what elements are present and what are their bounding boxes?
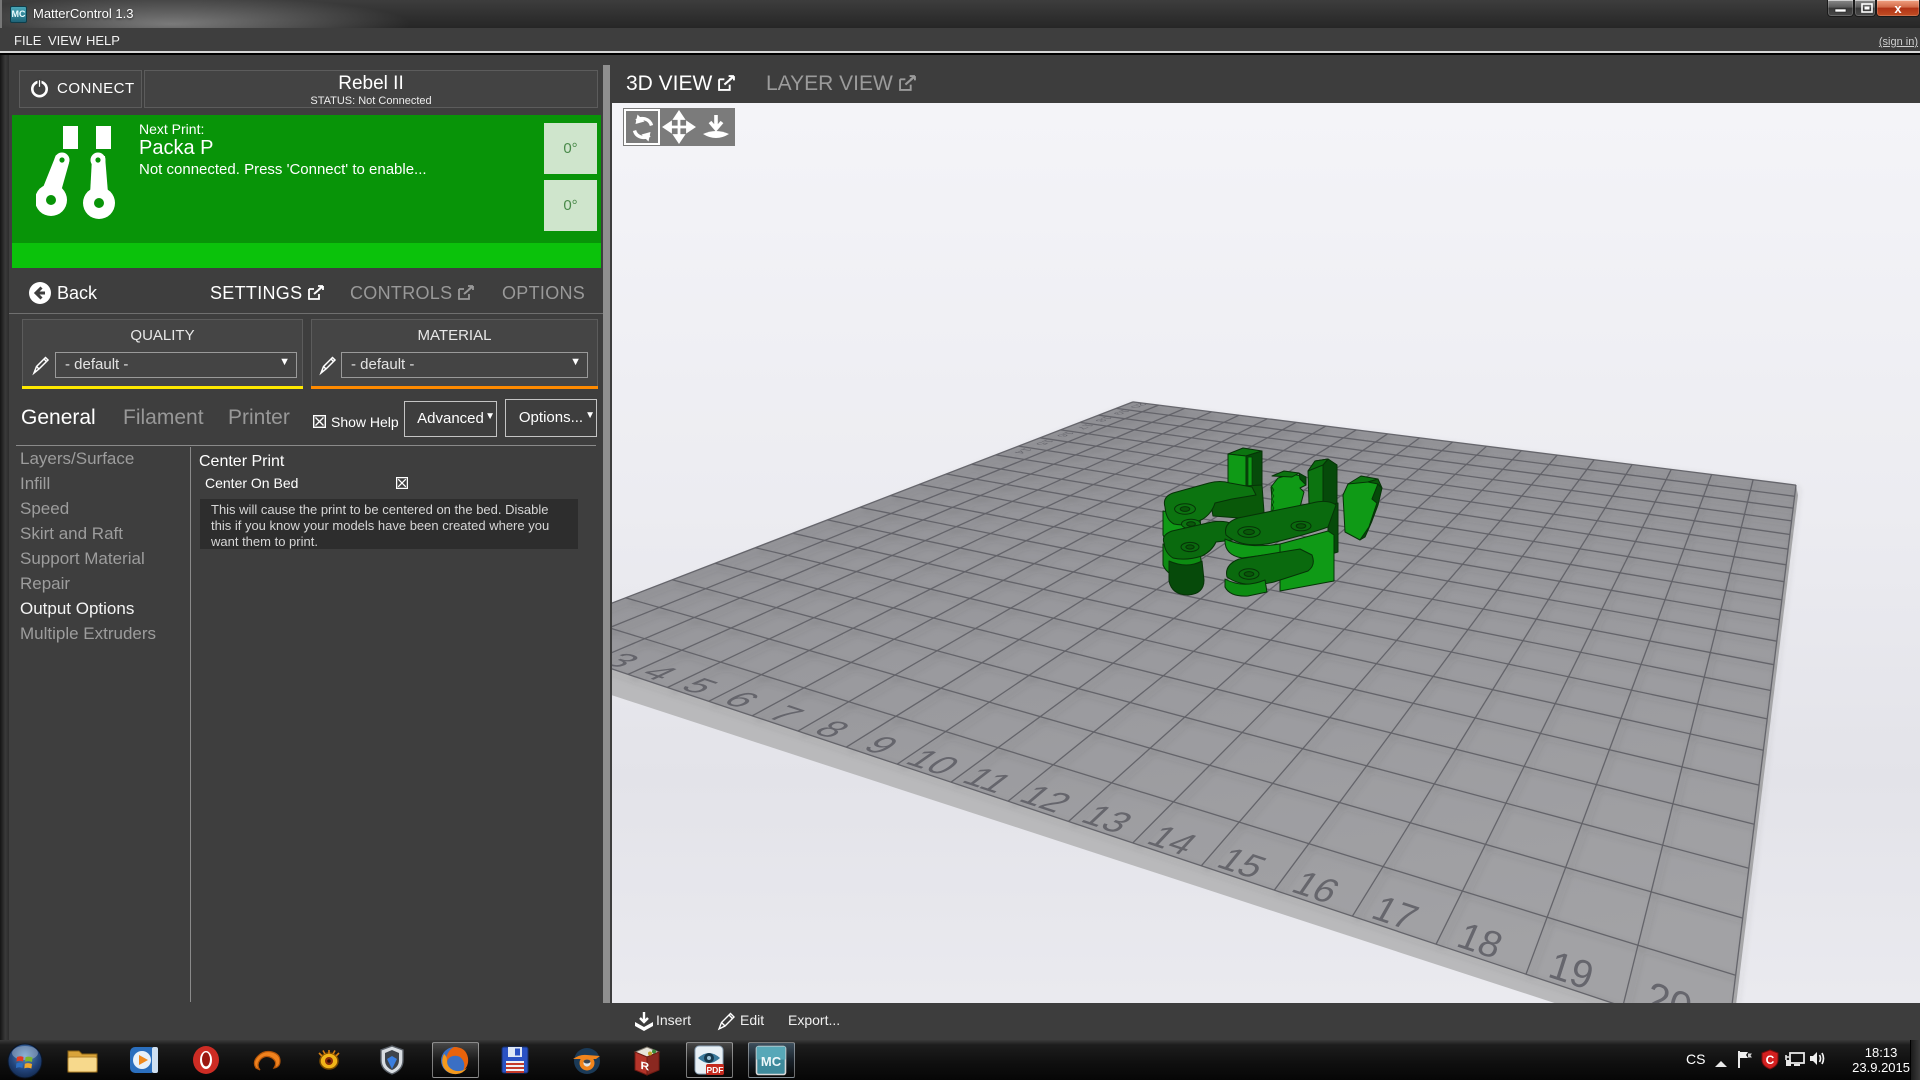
svg-text:PDF: PDF [707,1065,724,1075]
svg-text:C: C [1766,1053,1775,1067]
svg-text:x: x [1894,1,1902,16]
svg-text:R: R [641,1060,650,1073]
svg-text:MC: MC [761,1054,782,1069]
